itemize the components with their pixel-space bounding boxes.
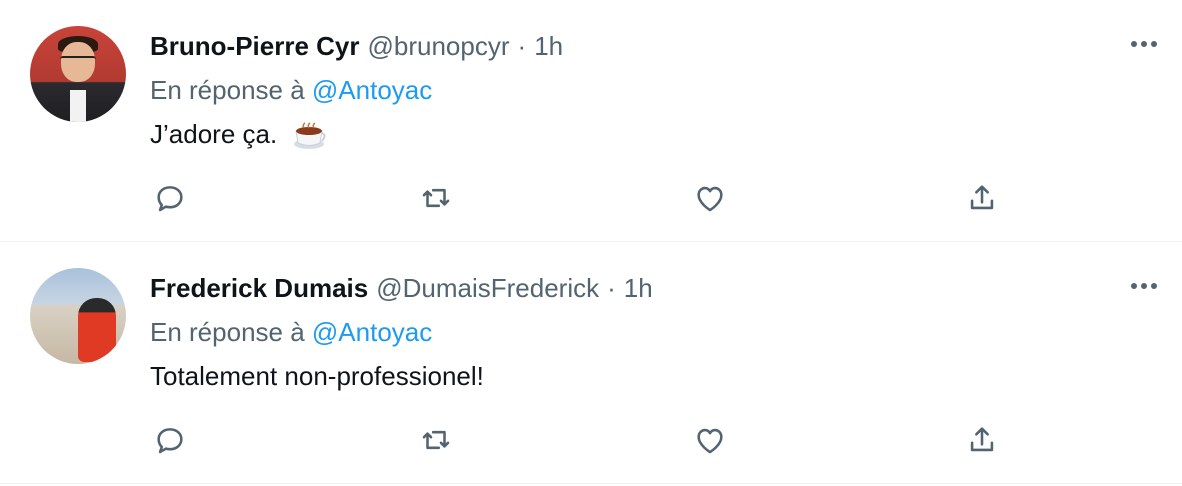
timestamp[interactable]: 1h (624, 273, 653, 304)
avatar-shirt (70, 90, 86, 122)
timestamp[interactable]: 1h (534, 31, 563, 62)
tweet-actions (150, 178, 1000, 222)
tweet-list: Bruno-Pierre Cyr @brunopcyr · 1h En répo… (0, 0, 1182, 484)
display-name[interactable]: Frederick Dumais (150, 273, 368, 304)
share-button[interactable] (962, 178, 1002, 218)
retweet-icon (422, 188, 450, 208)
share-button[interactable] (962, 420, 1002, 460)
tweet-text: J’adore ça. (150, 116, 1158, 152)
reply-mention-link[interactable]: @Antoyac (312, 317, 432, 347)
display-name[interactable]: Bruno-Pierre Cyr (150, 31, 360, 62)
more-options-button[interactable] (1128, 32, 1160, 56)
avatar[interactable] (30, 26, 126, 122)
reply-icon (157, 428, 183, 454)
reply-context: En réponse à @Antoyac (150, 72, 1158, 108)
reply-context: En réponse à @Antoyac (150, 314, 1158, 350)
retweet-button[interactable] (416, 420, 456, 460)
avatar-glasses (60, 56, 96, 66)
tweet-body: Totalement non-professionel! (150, 361, 484, 391)
avatar[interactable] (30, 268, 126, 364)
reply-button[interactable] (150, 420, 190, 460)
reply-prefix: En réponse à (150, 317, 305, 347)
hot-beverage-icon (292, 121, 326, 151)
more-horizontal-icon (1131, 41, 1157, 47)
reply-icon (157, 186, 183, 212)
tweet[interactable]: Bruno-Pierre Cyr @brunopcyr · 1h En répo… (0, 0, 1182, 242)
reply-mention-link[interactable]: @Antoyac (312, 75, 432, 105)
like-button[interactable] (690, 420, 730, 460)
more-horizontal-icon (1131, 283, 1157, 289)
separator-dot: · (607, 272, 616, 303)
share-icon (970, 185, 994, 210)
tweet[interactable]: Frederick Dumais @DumaisFrederick · 1h E… (0, 242, 1182, 484)
tweet-content: Frederick Dumais @DumaisFrederick · 1h E… (150, 270, 1158, 394)
retweet-icon (422, 430, 450, 450)
like-button[interactable] (690, 178, 730, 218)
tweet-header: Bruno-Pierre Cyr @brunopcyr · 1h (150, 28, 1158, 64)
tweet-text: Totalement non-professionel! (150, 358, 1158, 394)
user-handle[interactable]: @DumaisFrederick (376, 273, 599, 304)
reply-button[interactable] (150, 178, 190, 218)
share-icon (970, 427, 994, 452)
tweet-header: Frederick Dumais @DumaisFrederick · 1h (150, 270, 1158, 306)
tweet-actions (150, 420, 1000, 464)
like-icon (697, 428, 723, 454)
reply-prefix: En réponse à (150, 75, 305, 105)
tweet-content: Bruno-Pierre Cyr @brunopcyr · 1h En répo… (150, 28, 1158, 152)
like-icon (697, 186, 723, 212)
user-handle[interactable]: @brunopcyr (368, 31, 510, 62)
retweet-button[interactable] (416, 178, 456, 218)
separator-dot: · (517, 30, 527, 61)
more-options-button[interactable] (1128, 274, 1160, 298)
tweet-body: J’adore ça. (150, 119, 278, 149)
